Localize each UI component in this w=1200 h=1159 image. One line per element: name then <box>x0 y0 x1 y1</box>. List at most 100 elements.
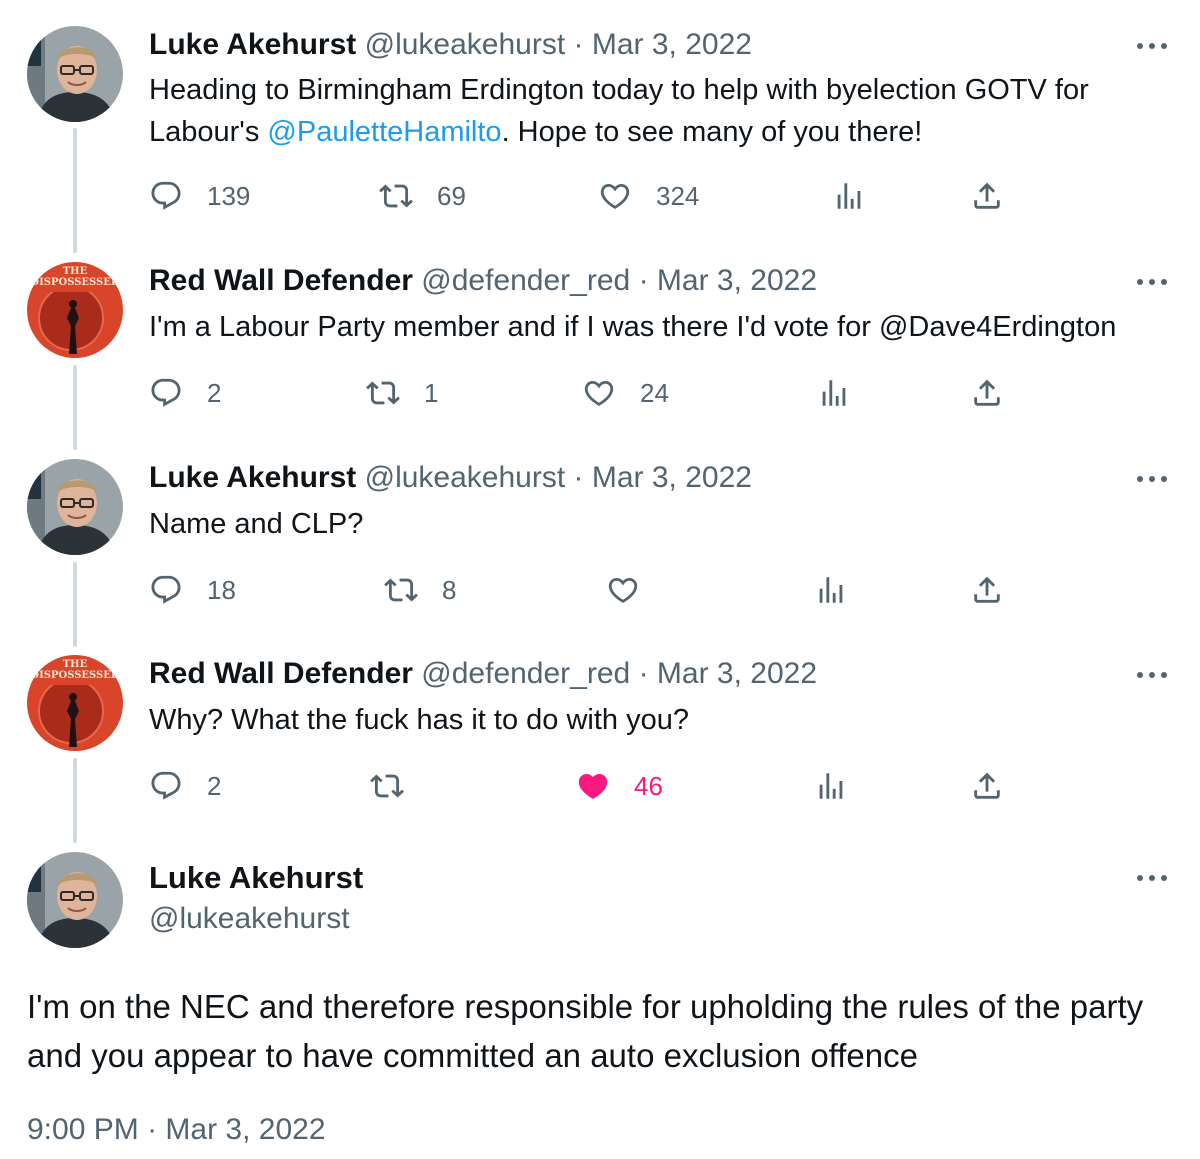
more-icon[interactable] <box>1134 469 1170 489</box>
reply-button[interactable]: 18 <box>149 570 236 610</box>
retweet-icon <box>366 376 400 410</box>
display-name[interactable]: Luke Akehurst <box>149 461 356 494</box>
handle[interactable]: @lukeakehurst <box>149 900 350 938</box>
analytics-button[interactable] <box>817 373 851 413</box>
reply-count: 139 <box>207 180 251 211</box>
tweet-text: I'm on the NEC and therefore responsible… <box>27 988 1144 1074</box>
thread-line <box>73 758 77 843</box>
tweet-header: Luke Akehurst @lukeakehurst · Mar 3, 202… <box>149 460 752 496</box>
tweet-time: 9:00 PM <box>27 1113 139 1146</box>
analytics-icon <box>814 769 848 803</box>
share-icon <box>970 573 1004 607</box>
like-count: 324 <box>656 180 700 211</box>
analytics-icon <box>832 179 866 213</box>
avatar-caption: THE DISPOSSESSED <box>30 659 120 681</box>
reply-icon <box>149 179 183 213</box>
reply-icon <box>149 769 183 803</box>
retweet-count: 8 <box>442 574 457 605</box>
reply-icon <box>149 376 183 410</box>
separator: · <box>573 461 584 494</box>
retweet-button[interactable]: 69 <box>379 176 466 216</box>
display-name[interactable]: Red Wall Defender <box>149 264 413 297</box>
reply-count: 18 <box>207 574 236 605</box>
tweet-header: Luke Akehurst @lukeakehurst · Mar 3, 202… <box>149 27 752 63</box>
more-icon[interactable] <box>1134 36 1170 56</box>
tweet-text-part: Labour's <box>149 116 268 148</box>
heart-icon <box>576 769 610 803</box>
tweet-text: Name and CLP? <box>149 508 364 540</box>
more-icon[interactable] <box>1134 272 1170 292</box>
separator: · <box>147 1113 158 1146</box>
tweet-text: I'm a Labour Party member and if I was t… <box>149 311 1117 343</box>
avatar[interactable] <box>27 459 123 555</box>
retweet-button[interactable]: 1 <box>366 373 438 413</box>
handle[interactable]: @lukeakehurst <box>365 28 566 61</box>
heart-icon <box>598 179 632 213</box>
tweet-header: Red Wall Defender @defender_red · Mar 3,… <box>149 656 817 692</box>
tweet-text: Heading to Birmingham Erdington today to… <box>149 69 1179 153</box>
more-icon[interactable] <box>1134 665 1170 685</box>
avatar[interactable] <box>27 26 123 122</box>
share-icon <box>970 376 1004 410</box>
like-count: 24 <box>640 377 669 408</box>
separator: · <box>638 657 649 690</box>
analytics-icon <box>817 376 851 410</box>
retweet-count: 69 <box>437 180 466 211</box>
tweet-date[interactable]: Mar 3, 2022 <box>592 28 752 61</box>
handle[interactable]: @defender_red <box>421 657 630 690</box>
more-icon[interactable] <box>1134 868 1170 888</box>
tweet-date[interactable]: Mar 3, 2022 <box>592 461 752 494</box>
tweet-timestamp[interactable]: 9:00 PM · Mar 3, 2022 <box>27 1110 326 1150</box>
display-name[interactable]: Luke Akehurst <box>149 28 356 61</box>
tweet-date: Mar 3, 2022 <box>165 1113 326 1146</box>
separator: · <box>638 264 649 297</box>
reply-button[interactable]: 139 <box>149 176 250 216</box>
retweet-icon <box>370 769 404 803</box>
reply-button[interactable]: 2 <box>149 373 221 413</box>
reply-button[interactable]: 2 <box>149 766 221 806</box>
like-button[interactable]: 46 <box>576 766 663 806</box>
share-button[interactable] <box>970 766 1004 806</box>
tweet-date[interactable]: Mar 3, 2022 <box>657 264 817 297</box>
like-button[interactable]: 324 <box>598 176 699 216</box>
reply-count: 2 <box>207 377 222 408</box>
thread-line <box>73 128 77 253</box>
share-button[interactable] <box>970 373 1004 413</box>
like-count: 46 <box>634 770 663 801</box>
heart-icon <box>582 376 616 410</box>
tweet-header: Red Wall Defender @defender_red · Mar 3,… <box>149 263 817 299</box>
avatar[interactable]: THE DISPOSSESSED <box>27 262 123 358</box>
separator: · <box>573 28 584 61</box>
retweet-icon <box>379 179 413 213</box>
display-name[interactable]: Red Wall Defender <box>149 657 413 690</box>
like-button[interactable]: 24 <box>582 373 669 413</box>
analytics-button[interactable] <box>814 570 848 610</box>
handle[interactable]: @defender_red <box>421 264 630 297</box>
tweet-date[interactable]: Mar 3, 2022 <box>657 657 817 690</box>
avatar[interactable] <box>27 852 123 948</box>
analytics-button[interactable] <box>814 766 848 806</box>
tweet-text-line: Heading to Birmingham Erdington today to… <box>149 74 1089 106</box>
reply-icon <box>149 573 183 607</box>
analytics-button[interactable] <box>832 176 866 216</box>
share-button[interactable] <box>970 570 1004 610</box>
avatar-caption: THE DISPOSSESSED <box>30 266 120 288</box>
retweet-button[interactable]: 8 <box>384 570 456 610</box>
retweet-button[interactable] <box>370 766 404 806</box>
analytics-icon <box>814 573 848 607</box>
mention-link[interactable]: @PauletteHamilto <box>267 116 501 148</box>
heart-icon <box>606 573 640 607</box>
reply-count: 2 <box>207 770 222 801</box>
retweet-count: 1 <box>424 377 439 408</box>
handle[interactable]: @lukeakehurst <box>365 461 566 494</box>
share-icon <box>970 179 1004 213</box>
display-name[interactable]: Luke Akehurst <box>149 859 363 897</box>
tweet-text-line: Labour's @PauletteHamilto. Hope to see m… <box>149 111 1179 153</box>
share-button[interactable] <box>970 176 1004 216</box>
retweet-icon <box>384 573 418 607</box>
avatar[interactable]: THE DISPOSSESSED <box>27 655 123 751</box>
tweet-text: Why? What the fuck has it to do with you… <box>149 704 689 736</box>
like-button[interactable] <box>606 570 640 610</box>
thread-line <box>73 365 77 450</box>
thread-line <box>73 562 77 647</box>
